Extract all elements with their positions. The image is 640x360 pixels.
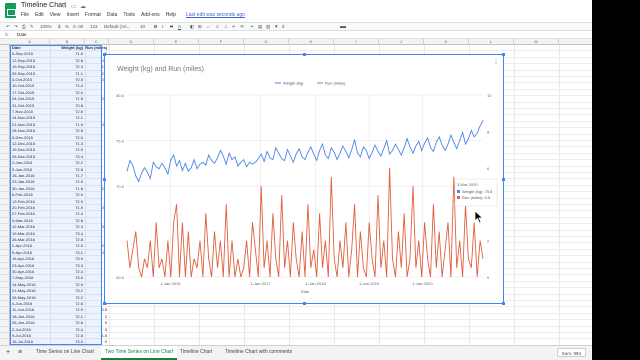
legend-label: Run (miles) xyxy=(325,81,346,86)
print-icon[interactable]: ⎙ xyxy=(22,24,26,30)
sheet-tab[interactable]: Timeline Chart with comments xyxy=(221,346,296,360)
sheet-tab-bar: + ≡ Time Series on Line Chart Two Time S… xyxy=(0,345,592,360)
x-axis-label: Date xyxy=(301,289,310,294)
tooltip-swatch xyxy=(457,190,460,193)
explore-sum-button[interactable]: Sum: 894 xyxy=(556,348,586,357)
sheet-tab[interactable]: Time Series on Line Chart xyxy=(32,346,98,360)
menu-addons[interactable]: Add-ons xyxy=(141,12,160,20)
last-edit-link[interactable]: Last edit was seconds ago xyxy=(186,12,245,20)
y-right-tick-label: 2 xyxy=(487,239,490,244)
title-bar: Timeline Chart ☆ ▭ ☁ File Edit View Inse… xyxy=(0,0,592,22)
y-left-tick-label: 80.0 xyxy=(116,93,125,98)
plus-icon[interactable]: + xyxy=(2,346,14,360)
formula-input[interactable]: Date xyxy=(17,32,27,37)
move-folder-icon[interactable]: ▭ xyxy=(71,3,77,10)
series-line-weight xyxy=(126,120,484,183)
zoom-select[interactable]: 100% xyxy=(40,24,52,30)
font-size-select[interactable]: 10 xyxy=(140,24,145,30)
strikethrough-button[interactable]: S xyxy=(170,24,173,30)
chart-container[interactable]: Weight (kg) and Run (miles) ⋮ 60.0 70.0 75… xyxy=(103,53,505,305)
menu-tools[interactable]: Tools xyxy=(123,12,135,20)
spreadsheet-window: Timeline Chart ☆ ▭ ☁ File Edit View Inse… xyxy=(0,0,592,360)
filter-icon[interactable]: ▼ xyxy=(274,24,278,30)
sheets-logo-icon[interactable] xyxy=(5,3,16,18)
formula-bar: fx Date xyxy=(0,31,592,39)
percent-button[interactable]: % xyxy=(65,24,69,30)
menu-bar: File Edit View Insert Format Data Tools … xyxy=(21,12,245,20)
comment-icon[interactable]: ▤ xyxy=(258,24,262,30)
mouse-cursor-icon xyxy=(474,210,484,224)
y-right-tick-label: 8 xyxy=(487,129,490,134)
y-left-tick-label: 70.0 xyxy=(116,184,125,189)
y-right-tick-label: 6 xyxy=(487,166,490,171)
input-tools-icon[interactable]: ▬ xyxy=(340,24,346,30)
currency-button[interactable]: $ xyxy=(58,24,61,30)
italic-button[interactable]: I xyxy=(162,24,163,30)
functions-icon[interactable]: Σ xyxy=(282,24,285,30)
cloud-saved-icon[interactable]: ☁ xyxy=(80,3,86,10)
undo-icon[interactable]: ↶ xyxy=(6,24,10,30)
sheet-tab[interactable]: Timeline Chart xyxy=(176,346,216,360)
menu-edit[interactable]: Edit xyxy=(35,12,44,20)
tooltip-weight: Weight (kg): 75.6 xyxy=(462,189,493,194)
chart-plot: 60.070.075.080.002468101-Jan-20161-Jan-2… xyxy=(116,81,498,294)
insert-chart-icon[interactable]: ▥ xyxy=(266,24,270,30)
y-left-tick-label: 60.0 xyxy=(116,275,125,280)
y-right-tick-label: 0 xyxy=(487,275,490,280)
wrap-icon[interactable]: ↵ xyxy=(232,24,236,30)
menu-insert[interactable]: Insert xyxy=(66,12,79,20)
x-tick-label: 1-Jan-2018 xyxy=(306,281,327,286)
document-title[interactable]: Timeline Chart xyxy=(21,2,66,9)
tooltip-run: Run (miles): 0.5 xyxy=(462,195,491,200)
redo-icon[interactable]: ↷ xyxy=(14,24,18,30)
merge-cells-icon[interactable]: ⇔ xyxy=(206,24,211,30)
legend-label: Weight (kg) xyxy=(283,81,304,86)
toolbar: ↶ ↷ ⎙ ✎ 100% $ % .0 .00 123 Default (Ari… xyxy=(0,22,592,31)
x-tick-label: 1-Jan-2016 xyxy=(160,281,181,286)
link-icon[interactable]: ⚭ xyxy=(250,24,254,30)
screen-border xyxy=(592,0,640,360)
menu-data[interactable]: Data xyxy=(107,12,118,20)
y-left-tick-label: 75.0 xyxy=(116,139,125,144)
x-tick-label: 1-Jan-2017 xyxy=(250,281,271,286)
fill-color-icon[interactable]: ◧ xyxy=(190,24,194,30)
tooltip-date: 3-Mar-2020 xyxy=(457,182,478,187)
number-format-select[interactable]: 123 xyxy=(90,24,98,30)
tooltip-swatch xyxy=(457,196,460,199)
text-color-button[interactable]: A xyxy=(178,24,181,30)
paint-format-icon[interactable]: ✎ xyxy=(30,24,34,30)
align-left-icon[interactable]: ≡ xyxy=(216,24,219,30)
menu-help[interactable]: Help xyxy=(166,12,176,20)
menu-format[interactable]: Format xyxy=(85,12,101,20)
font-select[interactable]: Default (Ari... xyxy=(104,24,130,30)
series-line-run xyxy=(126,167,484,278)
rotate-icon[interactable]: ⟲ xyxy=(240,24,244,30)
x-tick-label: 1-Jan-2019 xyxy=(359,281,380,286)
valign-icon[interactable]: ⊥ xyxy=(224,24,228,30)
menu-view[interactable]: View xyxy=(50,12,61,20)
fx-label: fx xyxy=(5,32,9,37)
sheet-list-icon[interactable]: ≡ xyxy=(14,346,26,360)
y-right-tick-label: 10 xyxy=(487,93,492,98)
menu-file[interactable]: File xyxy=(21,12,29,20)
decimals-button[interactable]: .0 .00 xyxy=(72,24,83,30)
bold-button[interactable]: B xyxy=(154,24,157,30)
row-numbers xyxy=(0,45,10,346)
borders-icon[interactable]: ⊞ xyxy=(198,24,202,30)
star-icon[interactable]: ☆ xyxy=(62,3,67,10)
sheet-tab-active[interactable]: Two Time Series on Line Chart xyxy=(101,346,178,360)
x-tick-label: 1-Jan-2020 xyxy=(412,281,433,286)
